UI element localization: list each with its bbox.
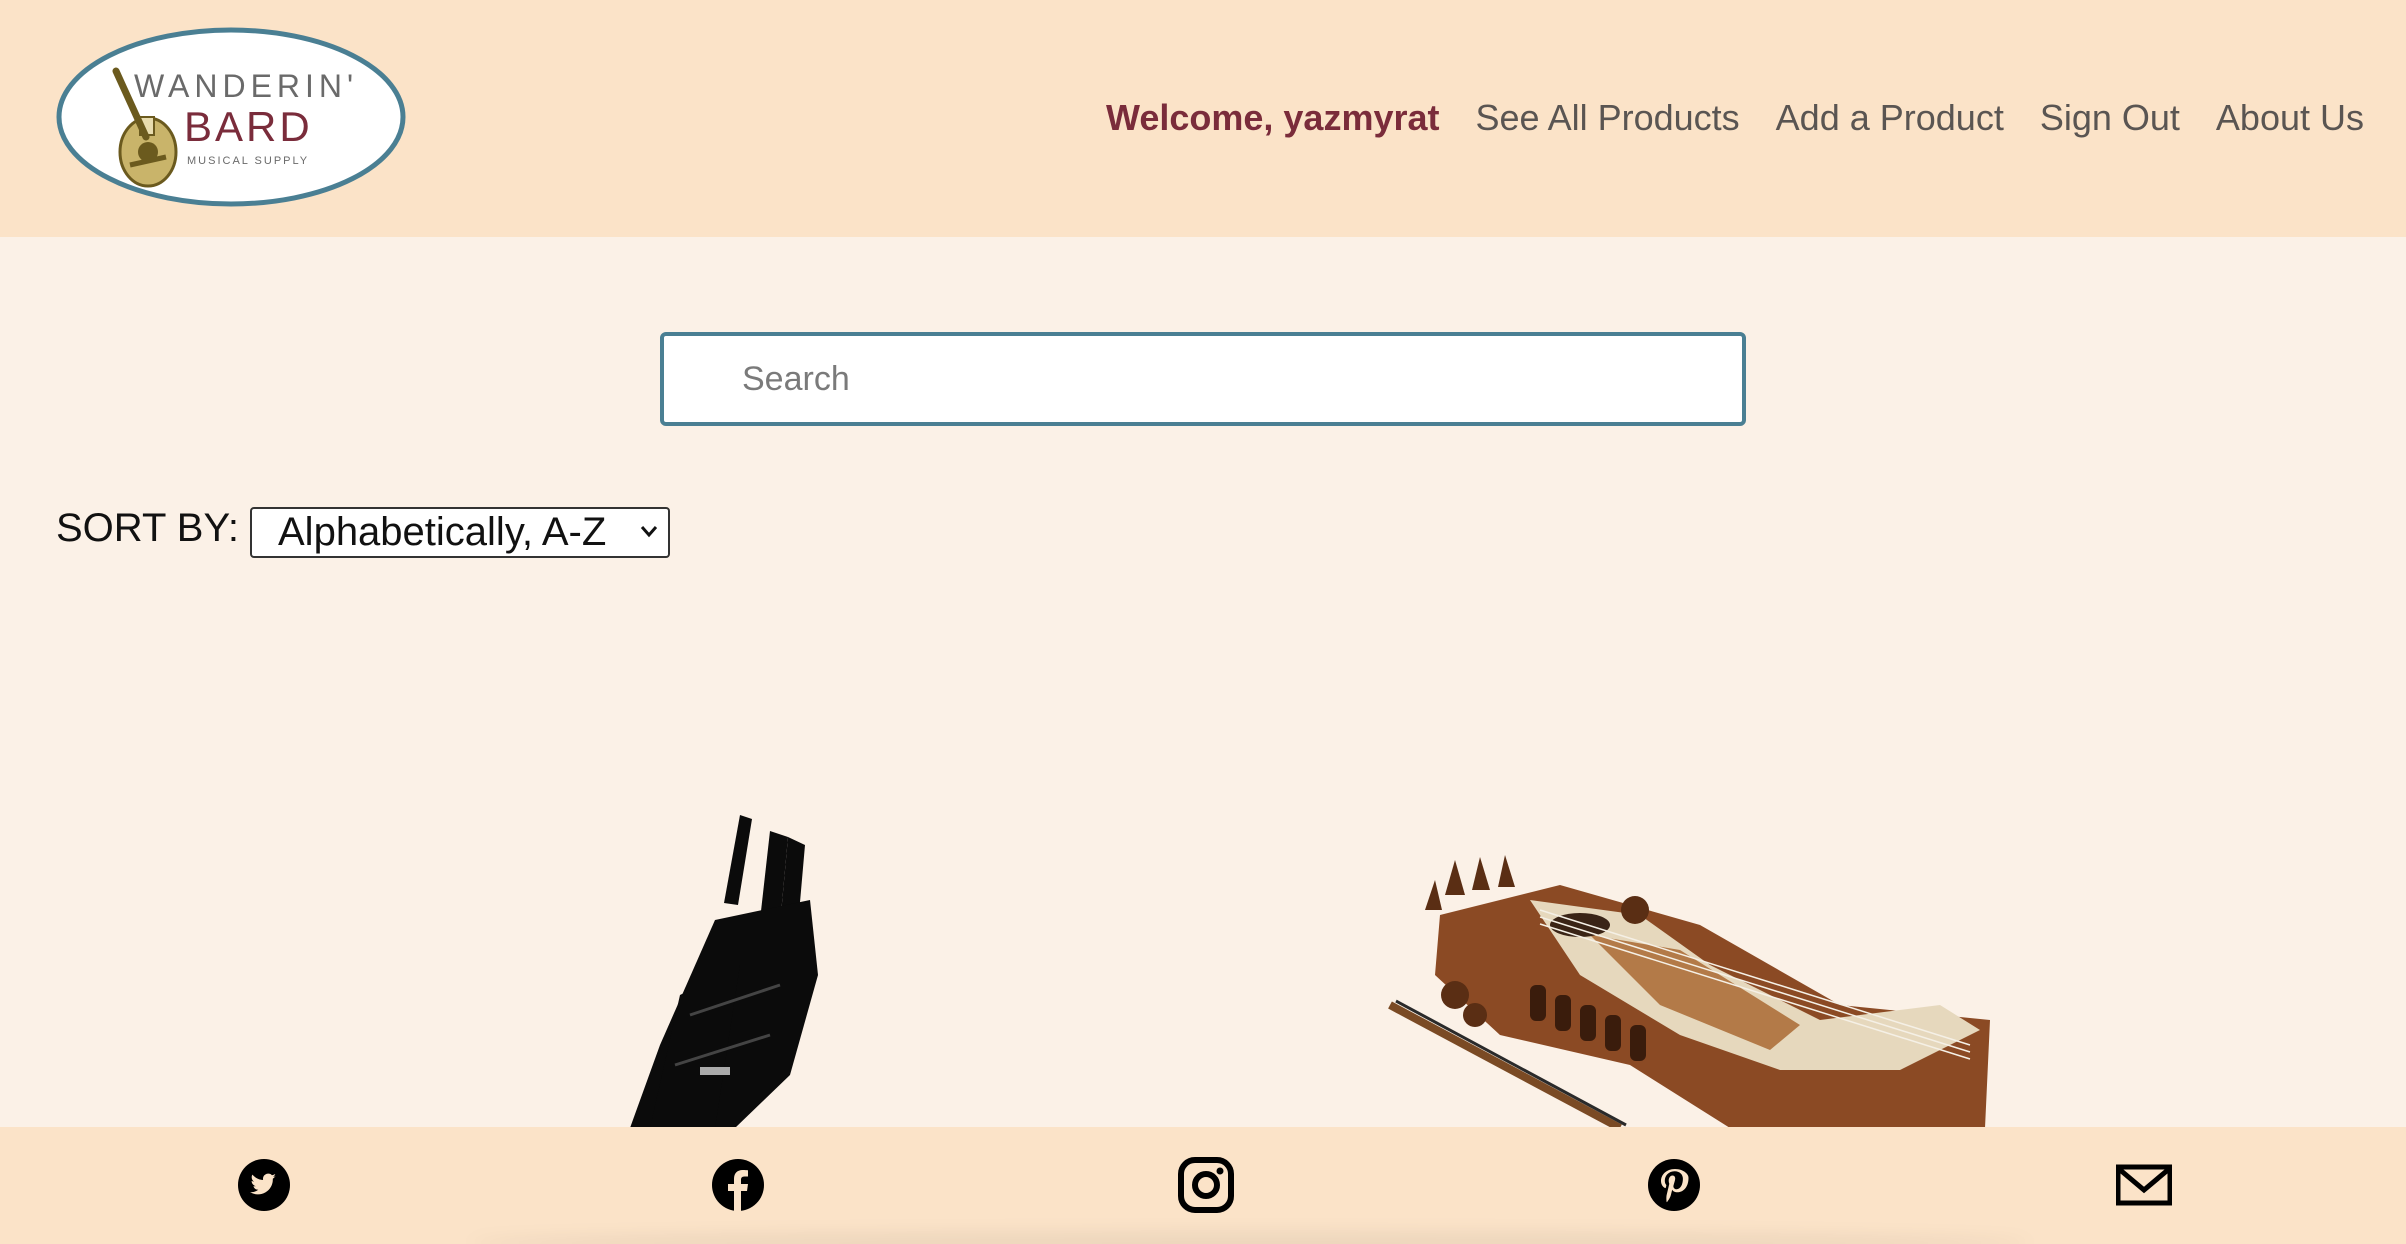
sarangi-image[interactable] [1380, 855, 2000, 1128]
nav-sign-out[interactable]: Sign Out [2040, 97, 2180, 139]
nav-see-all-products[interactable]: See All Products [1476, 97, 1740, 139]
search-input[interactable] [660, 332, 1746, 426]
nav-about-us[interactable]: About Us [2216, 97, 2364, 139]
logo-line3: MUSICAL SUPPLY [187, 155, 309, 167]
sort-select[interactable]: Alphabetically, A-Z [250, 507, 670, 558]
instagram-icon[interactable] [1178, 1157, 1234, 1213]
nav-add-a-product[interactable]: Add a Product [1776, 97, 2004, 139]
logo-line1: WANDERIN' [134, 68, 358, 104]
email-icon[interactable] [2116, 1157, 2172, 1213]
pinterest-icon[interactable] [1646, 1157, 1702, 1213]
logo-line2: BARD [184, 103, 313, 150]
sort-by-label: SORT BY: [56, 506, 240, 550]
welcome-message: Welcome, yazmyrat [1106, 97, 1440, 138]
site-footer [0, 1127, 2406, 1244]
facebook-icon[interactable] [710, 1157, 766, 1213]
sort-selected-value: Alphabetically, A-Z [278, 510, 607, 554]
main-nav: Welcome, yazmyrat See All Products Add a… [1106, 92, 2364, 144]
bagpipe-chanter-image[interactable] [620, 815, 840, 1128]
site-header: WANDERIN' BARD MUSICAL SUPPLY Welcome, y… [0, 0, 2406, 237]
twitter-icon[interactable] [236, 1157, 292, 1213]
footer-shadow [470, 1232, 2030, 1244]
chevron-down-icon [640, 526, 658, 538]
site-logo[interactable]: WANDERIN' BARD MUSICAL SUPPLY [56, 27, 406, 208]
